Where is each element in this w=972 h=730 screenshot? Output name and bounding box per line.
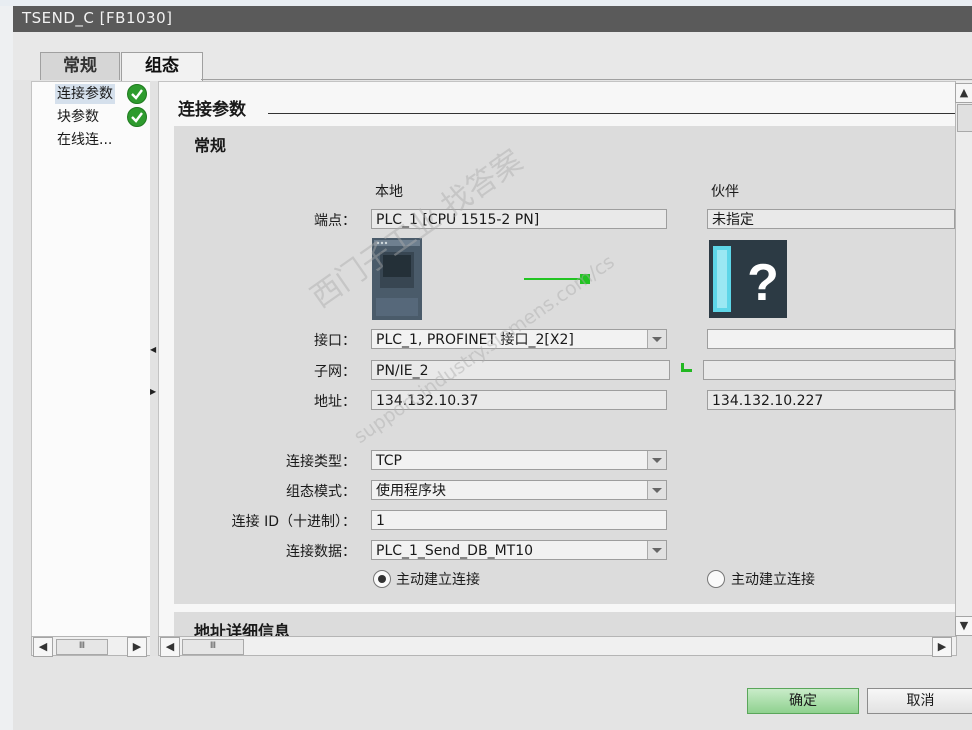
network-connection-line <box>524 272 594 286</box>
connection-type-value: TCP <box>376 453 402 469</box>
vertical-scroll-thumb[interactable] <box>957 104 972 132</box>
chevron-down-icon[interactable] <box>647 451 666 469</box>
partner-active-radio[interactable] <box>707 570 725 588</box>
local-active-label: 主动建立连接 <box>396 572 480 588</box>
svg-text:?: ? <box>747 254 779 312</box>
scroll-down-icon[interactable]: ▼ <box>955 616 972 636</box>
tab-underline <box>201 79 972 80</box>
local-address-field[interactable]: 134.132.10.37 <box>371 390 667 410</box>
chevron-down-icon[interactable] <box>647 541 666 559</box>
navigation-panel <box>31 81 151 638</box>
partner-endpoint-field[interactable]: 未指定 <box>707 209 955 229</box>
background-app-panel <box>0 6 14 730</box>
config-mode-value: 使用程序块 <box>376 483 446 499</box>
config-mode-label: 组态模式： <box>286 484 356 500</box>
dialog-title: TSEND_C [FB1030] <box>22 9 173 27</box>
scroll-right-icon[interactable]: ▶ <box>932 637 952 657</box>
partner-column-header: 伙伴 <box>711 184 739 200</box>
nav-item-online-connection[interactable]: 在线连... <box>55 130 114 150</box>
local-interface-select[interactable]: PLC_1, PROFINET 接口_2[X2] <box>371 329 667 349</box>
subnet-link-icon <box>680 362 694 374</box>
ok-button[interactable]: 确定 <box>747 688 859 714</box>
nav-item-connection-params[interactable]: 连接参数 <box>55 84 115 104</box>
connection-type-label: 连接类型： <box>286 454 356 470</box>
address-details-panel <box>174 612 955 636</box>
local-column-header: 本地 <box>375 184 403 200</box>
section-divider <box>268 113 955 114</box>
chevron-down-icon[interactable] <box>647 330 666 348</box>
partner-active-label: 主动建立连接 <box>731 572 815 588</box>
check-ok-icon <box>127 107 147 127</box>
section-title: 连接参数 <box>178 100 246 120</box>
scroll-left-icon[interactable]: ◀ <box>160 637 180 657</box>
connection-data-select[interactable]: PLC_1_Send_DB_MT10 <box>371 540 667 560</box>
connection-data-value: PLC_1_Send_DB_MT10 <box>376 543 534 559</box>
chevron-down-icon[interactable] <box>647 481 666 499</box>
panel-splitter[interactable] <box>150 81 158 656</box>
partner-address-field[interactable]: 134.132.10.227 <box>707 390 955 410</box>
general-panel-title: 常规 <box>194 136 227 155</box>
local-subnet-field[interactable]: PN/IE_2 <box>371 360 670 380</box>
cancel-button[interactable]: 取消 <box>867 688 972 714</box>
local-active-radio[interactable] <box>373 570 391 588</box>
local-interface-value: PLC_1, PROFINET 接口_2[X2] <box>376 332 574 348</box>
unknown-device-icon: ? <box>709 240 787 318</box>
subnet-label: 子网： <box>314 364 356 380</box>
tab-general[interactable]: 常规 <box>40 52 120 80</box>
address-label: 地址： <box>314 394 356 410</box>
partner-subnet-field[interactable] <box>703 360 955 380</box>
scroll-right-icon[interactable]: ▶ <box>127 637 147 657</box>
scroll-thumb[interactable]: Ⅲ <box>182 639 244 655</box>
plc-device-icon <box>372 238 422 320</box>
connection-data-label: 连接数据： <box>286 544 356 560</box>
endpoint-label: 端点： <box>314 213 356 229</box>
scroll-left-icon[interactable]: ◀ <box>33 637 53 657</box>
local-endpoint-field[interactable]: PLC_1 [CPU 1515-2 PN] <box>371 209 667 229</box>
config-mode-select[interactable]: 使用程序块 <box>371 480 667 500</box>
nav-item-block-params[interactable]: 块参数 <box>55 107 101 127</box>
scroll-thumb[interactable]: Ⅲ <box>56 639 108 655</box>
connection-id-input[interactable]: 1 <box>371 510 667 530</box>
partner-interface-field[interactable] <box>707 329 955 349</box>
expand-right-icon[interactable]: ▶ <box>150 387 157 399</box>
collapse-left-icon[interactable]: ◀ <box>150 345 157 357</box>
content-horizontal-scrollbar[interactable] <box>158 636 957 656</box>
check-ok-icon <box>127 84 147 104</box>
connection-type-select[interactable]: TCP <box>371 450 667 470</box>
scroll-up-icon[interactable]: ▲ <box>955 83 972 103</box>
interface-label: 接口： <box>314 333 356 349</box>
connection-id-label: 连接 ID（十进制）： <box>231 514 356 530</box>
tab-configuration[interactable]: 组态 <box>121 52 203 81</box>
content-vertical-scrollbar[interactable] <box>955 81 972 636</box>
